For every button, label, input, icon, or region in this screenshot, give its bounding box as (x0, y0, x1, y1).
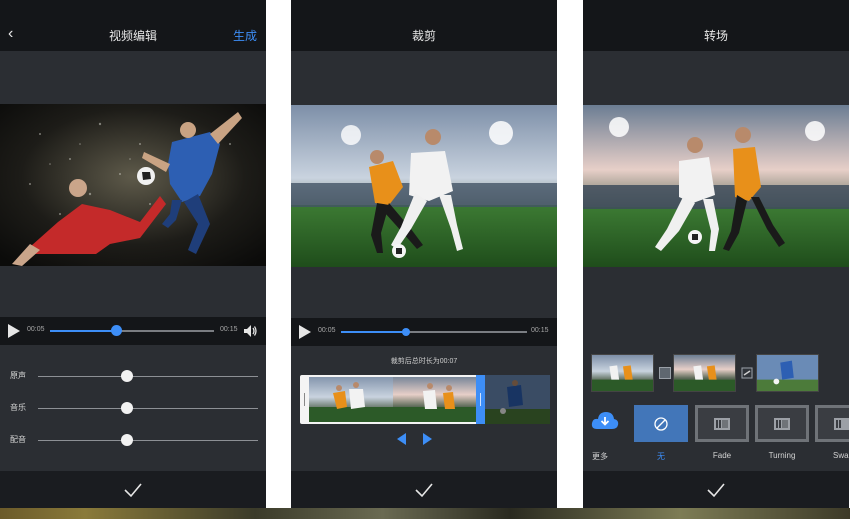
stadium-duel-image (291, 105, 557, 267)
current-time: 00:05 (318, 327, 336, 334)
trim-duration-hint: 裁剪后总时长为00:07 (390, 358, 458, 365)
mix-slider-track[interactable] (38, 376, 258, 377)
mix-row-voiceover: 配音 (0, 432, 266, 448)
mix-row-music: 音乐 (0, 400, 266, 416)
transition-turning-button[interactable] (755, 405, 809, 442)
mix-label: 音乐 (10, 403, 26, 412)
trim-handle-start[interactable] (300, 375, 309, 424)
nav-bar: 转场 (583, 0, 849, 51)
no-symbol-icon (654, 416, 668, 431)
video-preview[interactable] (583, 105, 849, 267)
bottom-bar (583, 471, 849, 508)
timeline-excluded-overlay (485, 375, 550, 424)
generate-button[interactable]: 生成 (233, 27, 257, 44)
mix-row-original: 原声 (0, 368, 266, 384)
transition-fade-button[interactable] (695, 405, 749, 442)
clip-thumbnail[interactable] (756, 354, 819, 392)
transition-slot-icon[interactable] (659, 367, 671, 379)
mix-label: 配音 (10, 435, 26, 444)
progress-knob[interactable] (402, 328, 410, 336)
trim-handle-end[interactable] (476, 375, 485, 424)
mix-slider-track[interactable] (38, 408, 258, 409)
progress-slider[interactable] (341, 328, 527, 336)
player-controls: 00:05 00:15 (0, 317, 266, 345)
nav-bar: 裁剪 (291, 0, 557, 51)
transition-label: 无 (657, 452, 665, 461)
bottom-bar (291, 471, 557, 508)
mix-label: 原声 (10, 371, 26, 380)
transition-label: Swa (833, 451, 849, 460)
cloud-download-icon[interactable] (591, 409, 619, 433)
rain-kick-image (0, 104, 266, 266)
phone-trim: 裁剪 00:05 00:15 裁剪后总时长为00:07 (291, 0, 557, 508)
more-label[interactable]: 更多 (592, 451, 608, 462)
transition-none-button[interactable] (634, 405, 688, 442)
nav-bar: ‹ 视频编辑 生成 (0, 0, 266, 51)
video-preview[interactable] (291, 105, 557, 267)
transition-label: Turning (768, 451, 796, 460)
current-time: 00:05 (27, 326, 45, 333)
play-icon[interactable] (8, 324, 20, 338)
clip-thumbnail[interactable] (673, 354, 736, 392)
progress-fill (341, 331, 407, 333)
mix-slider-track[interactable] (38, 440, 258, 441)
total-time: 00:15 (220, 326, 238, 333)
trim-border-bottom (309, 422, 476, 424)
confirm-check-icon[interactable] (123, 480, 143, 500)
progress-slider[interactable] (50, 325, 214, 336)
video-preview[interactable] (0, 104, 266, 266)
transition-swap-button[interactable] (815, 405, 849, 442)
phone-transition: 转场 更多 无 Fade Turning Swa (583, 0, 849, 508)
confirm-check-icon[interactable] (706, 480, 726, 500)
film-strip-icon (834, 417, 849, 430)
mix-slider-knob[interactable] (121, 370, 133, 382)
page-title: 裁剪 (411, 29, 436, 43)
transition-slot-icon[interactable] (741, 367, 753, 379)
total-time: 00:15 (531, 327, 549, 334)
clip-strip (591, 354, 831, 392)
volume-icon[interactable] (242, 323, 258, 339)
page-title: 视频编辑 (108, 29, 157, 43)
bottom-bar (0, 471, 266, 508)
film-strip-icon (774, 417, 790, 430)
timeline-frame (393, 375, 476, 424)
clip-thumbnail[interactable] (591, 354, 654, 392)
timeline-frame (309, 375, 393, 424)
phone-video-edit: ‹ 视频编辑 生成 00:05 00:15 原声 音乐 配音 (0, 0, 266, 508)
film-strip-icon (714, 417, 730, 430)
progress-fill (50, 330, 116, 332)
mix-slider-knob[interactable] (121, 434, 133, 446)
step-forward-icon[interactable] (423, 433, 432, 445)
mix-slider-knob[interactable] (121, 402, 133, 414)
progress-knob[interactable] (111, 325, 122, 336)
confirm-check-icon[interactable] (414, 480, 434, 500)
page-title: 转场 (703, 29, 728, 43)
stadium-duel-image (583, 105, 849, 267)
trim-border-top (309, 375, 476, 377)
step-back-icon[interactable] (397, 433, 406, 445)
player-controls: 00:05 00:15 (291, 318, 557, 346)
trim-timeline[interactable] (300, 375, 550, 424)
transition-label: Fade (712, 451, 732, 460)
play-icon[interactable] (299, 325, 311, 339)
background-strip (0, 508, 850, 519)
